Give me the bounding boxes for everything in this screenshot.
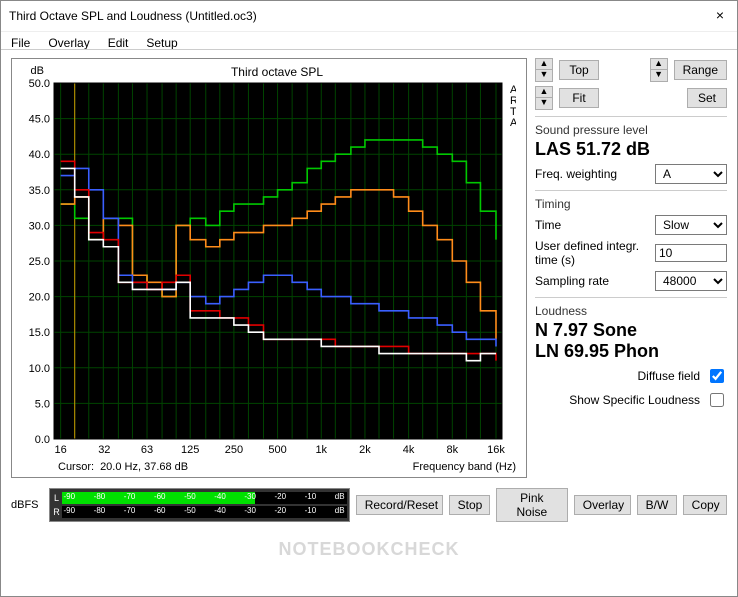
time-select[interactable]: Slow (655, 215, 727, 235)
record-reset-button[interactable]: Record/Reset (356, 495, 443, 515)
svg-text:250: 250 (225, 444, 243, 456)
weighting-select[interactable]: A (655, 164, 727, 184)
window-title: Third Octave SPL and Loudness (Untitled.… (9, 9, 711, 23)
loudness-phon: LN 69.95 Phon (535, 341, 727, 362)
show-specific-loudness-checkbox[interactable] (710, 393, 724, 407)
svg-text:16k: 16k (487, 444, 505, 456)
show-specific-loudness-label: Show Specific Loudness (569, 393, 700, 407)
svg-text:500: 500 (268, 444, 286, 456)
dbfs-label: dBFS (11, 499, 39, 511)
svg-text:2k: 2k (359, 444, 371, 456)
pink-noise-button[interactable]: Pink Noise (496, 488, 568, 522)
close-icon[interactable]: × (711, 7, 729, 25)
svg-text:45.0: 45.0 (29, 114, 50, 126)
copy-button[interactable]: Copy (683, 495, 727, 515)
svg-text:32: 32 (98, 444, 110, 456)
titlebar: Third Octave SPL and Loudness (Untitled.… (1, 1, 737, 32)
meter-channel-r: R (52, 507, 62, 517)
fit-stepper[interactable]: ▲▼ (535, 86, 553, 110)
menu-file[interactable]: File (11, 36, 30, 50)
svg-text:30.0: 30.0 (29, 220, 50, 232)
chart-title: Third octave SPL (48, 65, 506, 79)
svg-text:63: 63 (141, 444, 153, 456)
svg-text:8k: 8k (446, 444, 458, 456)
chart-xlabel: Frequency band (Hz) (413, 461, 516, 473)
menu-edit[interactable]: Edit (108, 36, 129, 50)
meter-channel-l: L (52, 493, 62, 503)
sampling-rate-select[interactable]: 48000 (655, 271, 727, 291)
svg-text:20.0: 20.0 (29, 292, 50, 304)
svg-text:40.0: 40.0 (29, 149, 50, 161)
spl-value: LAS 51.72 dB (535, 139, 727, 160)
spl-section-label: Sound pressure level (535, 123, 727, 137)
range-stepper[interactable]: ▲▼ (650, 58, 668, 82)
chart-ylabel: dB (18, 65, 48, 79)
bottom-toolbar: dBFS L -90-80-70-60-50-40-30-20-10dB R -… (11, 488, 727, 522)
svg-text:125: 125 (181, 444, 199, 456)
cursor-label: Cursor: (58, 461, 94, 473)
stop-button[interactable]: Stop (449, 495, 490, 515)
svg-text:50.0: 50.0 (29, 79, 50, 90)
integration-time-input[interactable] (655, 244, 727, 262)
overlay-button[interactable]: Overlay (574, 495, 631, 515)
level-meter: L -90-80-70-60-50-40-30-20-10dB R -90-80… (49, 488, 350, 522)
svg-text:15.0: 15.0 (29, 327, 50, 339)
set-button[interactable]: Set (687, 88, 727, 108)
range-button[interactable]: Range (674, 60, 727, 80)
svg-text:10.0: 10.0 (29, 363, 50, 375)
svg-text:4k: 4k (403, 444, 415, 456)
fit-button[interactable]: Fit (559, 88, 599, 108)
loudness-sone: N 7.97 Sone (535, 320, 727, 341)
svg-text:16: 16 (55, 444, 67, 456)
weighting-label: Freq. weighting (535, 167, 649, 181)
chart-panel: dB Third octave SPL 0.0 5.0 10.0 15.0 20.0 25… (11, 58, 527, 478)
diffuse-field-label: Diffuse field (638, 369, 700, 383)
svg-text:35.0: 35.0 (29, 185, 50, 197)
spl-chart[interactable]: 0.0 5.0 10.0 15.0 20.0 25.0 30.0 35.0 40.0 45.0 50… (18, 79, 516, 459)
diffuse-field-checkbox[interactable] (710, 369, 724, 383)
side-panel: ▲▼ Top ▲▼ Range ▲▼ Fit Set (535, 58, 727, 478)
timing-section-label: Timing (535, 197, 727, 211)
svg-text:25.0: 25.0 (29, 256, 50, 268)
svg-text:A: A (510, 117, 516, 129)
top-button[interactable]: Top (559, 60, 599, 80)
cursor-value: 20.0 Hz, 37.68 dB (100, 461, 188, 473)
bw-button[interactable]: B/W (637, 495, 677, 515)
app-window: Third Octave SPL and Loudness (Untitled.… (0, 0, 738, 597)
menu-overlay[interactable]: Overlay (48, 36, 89, 50)
watermark: NOTEBOOKCHECK (1, 539, 737, 560)
integration-time-label: User defined integr. time (s) (535, 239, 649, 267)
time-label: Time (535, 218, 649, 232)
svg-text:5.0: 5.0 (35, 398, 50, 410)
content-area: dB Third octave SPL 0.0 5.0 10.0 15.0 20.0 25… (1, 49, 737, 596)
menu-setup[interactable]: Setup (146, 36, 177, 50)
top-stepper[interactable]: ▲▼ (535, 58, 553, 82)
sampling-rate-label: Sampling rate (535, 274, 649, 288)
svg-text:0.0: 0.0 (35, 434, 50, 446)
loudness-section-label: Loudness (535, 304, 727, 318)
svg-text:1k: 1k (315, 444, 327, 456)
